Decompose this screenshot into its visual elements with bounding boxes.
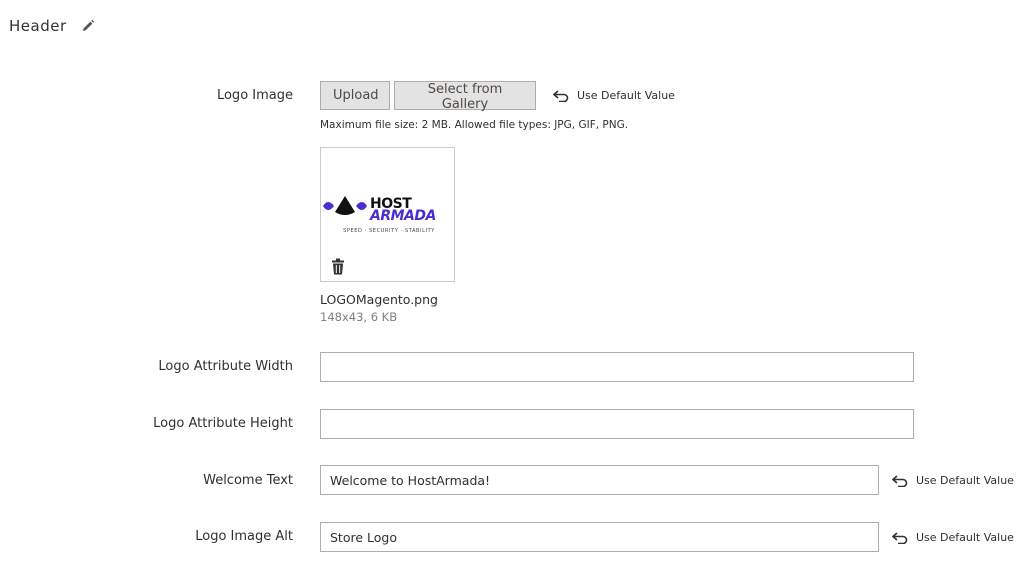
logo-width-input[interactable] bbox=[320, 352, 914, 382]
section-title[interactable]: Header bbox=[9, 17, 67, 35]
logo-height-input[interactable] bbox=[320, 409, 914, 439]
trash-icon[interactable] bbox=[331, 258, 345, 275]
logo-text-armada: ARMADA bbox=[370, 208, 436, 224]
undo-icon bbox=[553, 89, 569, 102]
welcome-text-input[interactable] bbox=[320, 465, 879, 495]
select-from-gallery-button[interactable]: Select from Gallery bbox=[394, 81, 536, 112]
use-default-label: Use Default Value bbox=[916, 474, 1014, 487]
undo-icon bbox=[892, 474, 908, 487]
logo-width-label: Logo Attribute Width bbox=[158, 359, 293, 374]
use-default-label: Use Default Value bbox=[916, 531, 1014, 544]
logo-tagline: SPEED · SECURITY · STABILITY bbox=[343, 228, 435, 234]
undo-icon bbox=[892, 531, 908, 544]
file-size-note: Maximum file size: 2 MB. Allowed file ty… bbox=[320, 119, 629, 131]
welcome-text-use-default[interactable]: Use Default Value bbox=[892, 474, 1014, 487]
file-meta: 148x43, 6 KB bbox=[320, 310, 398, 324]
logo-height-label: Logo Attribute Height bbox=[153, 416, 293, 431]
upload-button[interactable]: Upload bbox=[320, 81, 390, 110]
logo-image-use-default[interactable]: Use Default Value bbox=[553, 89, 675, 102]
file-name: LOGOMagento.png bbox=[320, 292, 438, 307]
logo-alt-label: Logo Image Alt bbox=[195, 529, 293, 544]
welcome-text-label: Welcome Text bbox=[203, 473, 293, 488]
logo-alt-use-default[interactable]: Use Default Value bbox=[892, 531, 1014, 544]
pencil-icon[interactable] bbox=[81, 19, 95, 33]
host-armada-logo-mark bbox=[323, 196, 367, 215]
use-default-label: Use Default Value bbox=[577, 89, 675, 102]
logo-preview: HOST ARMADA SPEED · SECURITY · STABILITY bbox=[320, 147, 455, 282]
logo-alt-input[interactable] bbox=[320, 522, 879, 552]
logo-image-label: Logo Image bbox=[216, 88, 293, 103]
